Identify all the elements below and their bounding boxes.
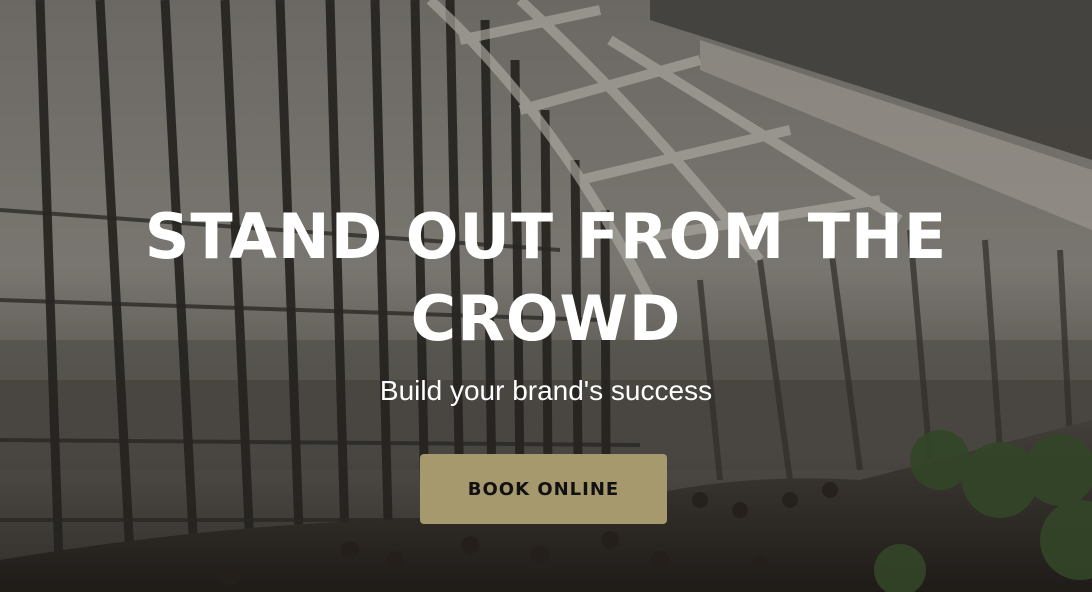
book-online-button[interactable]: BOOK ONLINE xyxy=(420,454,667,524)
hero-subtitle: Build your brand's success xyxy=(379,375,713,406)
hero-section: STAND OUT FROM THE CROWD Build your bran… xyxy=(0,0,1092,592)
hero-headline: STAND OUT FROM THE CROWD xyxy=(144,200,948,355)
